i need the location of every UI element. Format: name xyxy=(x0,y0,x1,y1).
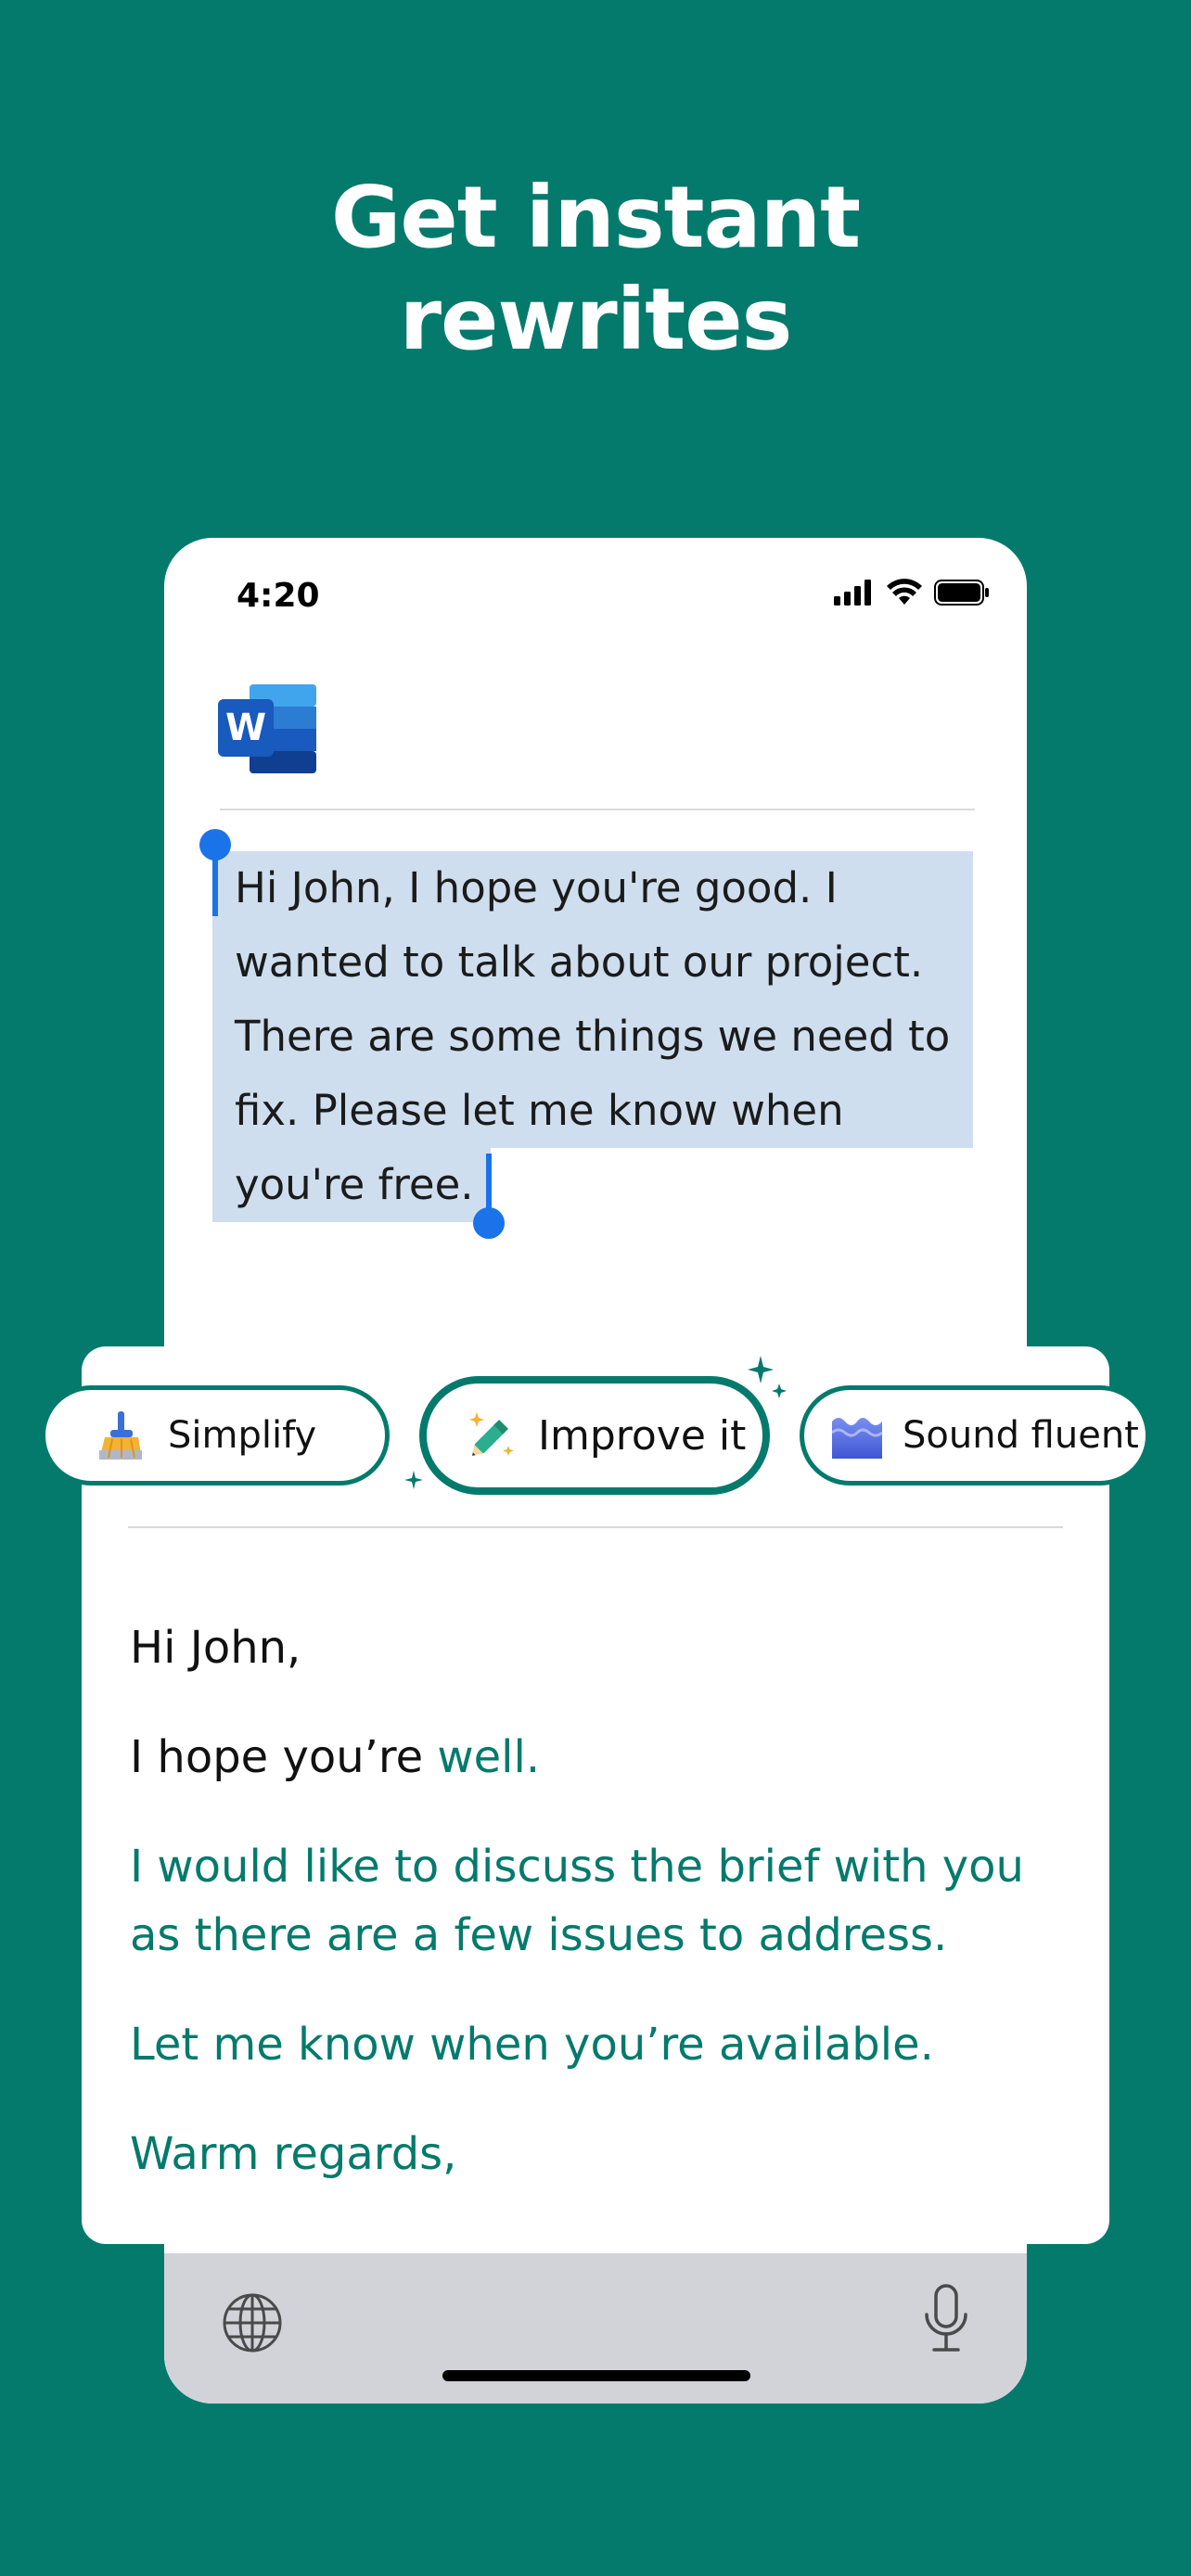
microphone-icon[interactable] xyxy=(923,2283,969,2353)
headline: Get instant rewrites xyxy=(0,167,1191,371)
simplify-label: Simplify xyxy=(168,1414,317,1457)
svg-text:W: W xyxy=(225,707,266,749)
sound-fluent-label: Sound fluent xyxy=(903,1414,1139,1457)
status-time: 4:20 xyxy=(237,577,320,615)
headline-line-1: Get instant xyxy=(330,168,861,267)
card-divider xyxy=(128,1526,1063,1528)
broom-icon xyxy=(96,1409,147,1461)
keyboard-bar xyxy=(164,2253,1027,2404)
selection-end-dot[interactable] xyxy=(473,1207,505,1239)
rewrite-para3-line2: as there are a few issues to address. xyxy=(130,1909,948,1961)
rewrite-changed-text: well. xyxy=(437,1731,541,1783)
text-line-1: Hi John, I hope you're good. I xyxy=(235,863,838,912)
sound-fluent-chip[interactable]: Sound fluent xyxy=(800,1385,1150,1486)
rewrite-paragraph-4: Let me know when you’re available. xyxy=(130,2019,934,2071)
rewrite-paragraph-3: I would like to discuss the brief with y… xyxy=(130,1832,1095,1970)
headline-line-2: rewrites xyxy=(399,270,793,369)
battery-icon xyxy=(934,580,989,606)
word-icon: W xyxy=(218,684,316,773)
wave-icon xyxy=(832,1412,882,1459)
rewrite-signoff: Warm regards, xyxy=(130,2128,457,2180)
rewrite-line-2: I hope you’re well. xyxy=(130,1723,1095,1792)
rewrite-greeting: Hi John, xyxy=(130,1622,301,1674)
selection-start-dot[interactable] xyxy=(199,829,231,861)
sparkle-icon xyxy=(404,1471,423,1489)
document-divider xyxy=(220,809,975,810)
home-indicator xyxy=(442,2370,750,2381)
text-line: Hi John, I hope you're good. I xyxy=(212,851,979,925)
magic-pencil-icon xyxy=(467,1410,518,1460)
text-line-5: you're free. xyxy=(235,1160,474,1209)
text-line: fix. Please let me know when xyxy=(212,1074,979,1148)
status-icons xyxy=(834,579,990,606)
text-line-2: wanted to talk about our project. xyxy=(235,937,924,987)
status-bar: 4:20 xyxy=(164,538,1027,649)
rewrite-para3-line1: I would like to discuss the brief with y… xyxy=(130,1841,1024,1893)
wifi-icon xyxy=(887,579,922,605)
globe-icon[interactable] xyxy=(222,2292,283,2353)
selection-start-handle[interactable] xyxy=(212,851,218,916)
improve-it-chip[interactable]: Improve it xyxy=(419,1376,770,1495)
text-line-4: fix. Please let me know when xyxy=(235,1086,844,1135)
text-line: There are some things we need to xyxy=(212,1000,979,1074)
text-line: you're free. xyxy=(212,1148,979,1222)
app-store-screenshot: Get instant rewrites 4:20 W Hi John, I h… xyxy=(0,0,1191,2576)
text-line: wanted to talk about our project. xyxy=(212,925,979,1000)
simplify-chip[interactable]: Simplify xyxy=(41,1385,390,1486)
rewrite-unchanged-text: I hope you’re xyxy=(130,1731,424,1783)
improve-it-label: Improve it xyxy=(538,1411,747,1460)
signal-icon xyxy=(834,580,871,606)
text-line-3: There are some things we need to xyxy=(235,1012,951,1061)
rewritten-text[interactable]: Hi John, I hope you’re well. I would lik… xyxy=(130,1613,1095,2229)
selected-document-text[interactable]: Hi John, I hope you're good. I wanted to… xyxy=(212,851,979,1222)
